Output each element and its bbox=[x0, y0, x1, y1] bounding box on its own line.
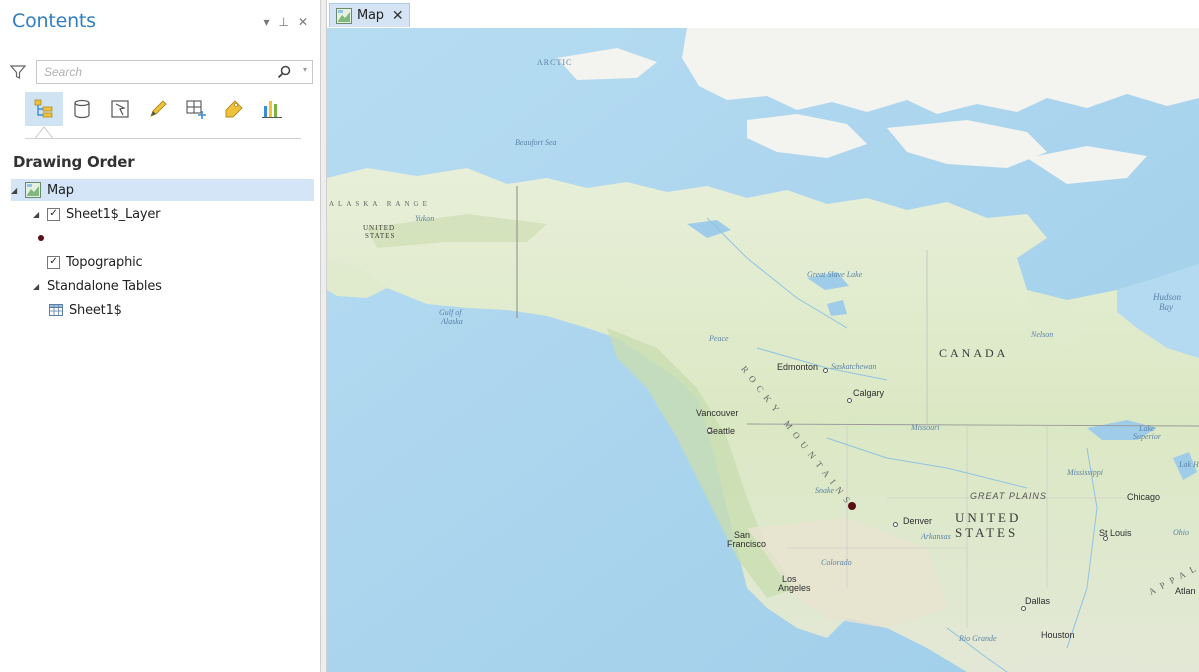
close-tab-icon[interactable]: ✕ bbox=[392, 8, 404, 24]
label-nelson: Nelson bbox=[1031, 330, 1054, 339]
label-edmonton: Edmonton bbox=[777, 362, 819, 372]
list-by-editing-icon[interactable] bbox=[139, 92, 177, 126]
label-great-slave: Great Slave Lake bbox=[807, 270, 863, 279]
search-options-chevron-icon[interactable]: ▾ bbox=[303, 65, 307, 74]
tree-item-map[interactable]: ◢ Map bbox=[11, 179, 314, 201]
label-gulf-alaska-1: Gulf of bbox=[439, 308, 462, 317]
map-canvas[interactable]: CANADA UNITED STATES UNITED STATES GREAT… bbox=[327, 28, 1199, 672]
label-gulf-alaska-2: Alaska bbox=[441, 317, 463, 326]
contents-toolbar bbox=[25, 92, 291, 126]
list-by-labeling-icon[interactable] bbox=[215, 92, 253, 126]
tree-item-table-label: Sheet1$ bbox=[69, 302, 122, 318]
filter-icon[interactable] bbox=[10, 64, 26, 80]
label-hudson-bay-1: Hudson bbox=[1153, 292, 1182, 302]
label-mississippi: Mississippi bbox=[1067, 468, 1104, 477]
label-lake-superior-2: Superior bbox=[1133, 432, 1161, 441]
label-denver: Denver bbox=[903, 516, 933, 526]
list-by-selection-icon[interactable] bbox=[101, 92, 139, 126]
label-colorado: Colorado bbox=[821, 558, 852, 567]
collapse-triangle-icon[interactable]: ◢ bbox=[11, 186, 21, 195]
label-states: STATES bbox=[955, 525, 1019, 540]
list-by-drawing-order-icon[interactable] bbox=[25, 92, 63, 126]
city-marker-icon bbox=[893, 522, 898, 527]
search-input[interactable] bbox=[37, 61, 257, 83]
label-beaufort: Beaufort Sea bbox=[515, 138, 557, 147]
label-missouri: Missouri bbox=[911, 423, 940, 432]
tree-item-basemap-label: Topographic bbox=[66, 254, 143, 270]
collapse-triangle-icon[interactable]: ◢ bbox=[33, 210, 43, 219]
pane-options-dropdown[interactable]: ▾ bbox=[263, 16, 269, 28]
view-tab-strip bbox=[327, 0, 1199, 28]
collapse-triangle-icon[interactable]: ◢ bbox=[33, 282, 43, 291]
label-hudson-bay-2: Bay bbox=[1159, 302, 1173, 312]
label-vancouver: Vancouver bbox=[696, 408, 739, 418]
tree-item-layer-label: Sheet1$_Layer bbox=[66, 206, 161, 222]
basemap-visibility-checkbox[interactable]: ✓ bbox=[47, 255, 60, 269]
contents-pane: Contents ▾ ⊥ ✕ ▾ bbox=[0, 0, 320, 672]
label-arctic: ARCTIC bbox=[537, 58, 573, 67]
label-states-alaska: STATES bbox=[365, 232, 396, 240]
label-united-alaska: UNITED bbox=[363, 224, 396, 232]
city-marker-icon bbox=[823, 368, 828, 373]
close-pane-icon[interactable]: ✕ bbox=[298, 16, 308, 28]
label-yukon: Yukon bbox=[415, 214, 435, 223]
label-san-francisco-2: Francisco bbox=[727, 539, 767, 549]
label-houston: Houston bbox=[1041, 630, 1075, 640]
city-marker-icon bbox=[1103, 536, 1108, 541]
pane-title: Contents bbox=[12, 10, 96, 32]
label-united: UNITED bbox=[955, 510, 1022, 525]
tree-item-layer[interactable]: ◢ ✓ Sheet1$_Layer bbox=[33, 203, 160, 225]
label-canada: CANADA bbox=[939, 346, 1009, 360]
tree-item-table[interactable]: Sheet1$ bbox=[49, 299, 122, 321]
label-atlanta: Atlan bbox=[1175, 586, 1196, 596]
pane-splitter[interactable] bbox=[320, 0, 327, 672]
label-peace: Peace bbox=[709, 334, 729, 343]
layer-visibility-checkbox[interactable]: ✓ bbox=[47, 207, 60, 221]
label-dallas: Dallas bbox=[1025, 596, 1051, 606]
label-arkansas: Arkansas bbox=[921, 532, 951, 541]
drawing-order-heading: Drawing Order bbox=[13, 153, 135, 171]
label-calgary: Calgary bbox=[853, 388, 885, 398]
label-great-plains: GREAT PLAINS bbox=[970, 491, 1047, 501]
tree-item-basemap[interactable]: ✓ Topographic bbox=[47, 251, 143, 273]
city-marker-icon bbox=[707, 428, 712, 433]
city-marker-icon bbox=[847, 398, 852, 403]
basemap-graphic bbox=[327, 28, 1199, 672]
search-box: ▾ bbox=[36, 60, 313, 84]
pane-controls: ▾ ⊥ ✕ bbox=[263, 16, 308, 28]
tab-map[interactable]: Map ✕ bbox=[329, 3, 411, 27]
pin-icon[interactable]: ⊥ bbox=[278, 16, 288, 28]
label-alaska-range: ALASKA RANGE bbox=[329, 200, 431, 208]
tab-map-label: Map bbox=[357, 8, 384, 23]
label-rio-grande: Rio Grande bbox=[959, 634, 997, 643]
label-saskatchewan: Saskatchewan bbox=[831, 362, 877, 371]
city-marker-icon bbox=[1021, 606, 1026, 611]
tree-item-map-label: Map bbox=[47, 182, 74, 198]
list-by-snapping-icon[interactable] bbox=[177, 92, 215, 126]
label-los-angeles-2: Angeles bbox=[778, 583, 811, 593]
layer-symbol-icon[interactable] bbox=[38, 235, 44, 241]
label-snake: Snake bbox=[815, 486, 835, 495]
table-icon bbox=[49, 304, 63, 316]
search-icon[interactable] bbox=[276, 64, 292, 80]
label-chicago: Chicago bbox=[1127, 492, 1161, 502]
tree-item-standalone-tables[interactable]: ◢ Standalone Tables bbox=[33, 275, 162, 297]
list-by-data-source-icon[interactable] bbox=[63, 92, 101, 126]
list-by-charts-icon[interactable] bbox=[253, 92, 291, 126]
map-icon bbox=[336, 7, 352, 24]
map-icon bbox=[25, 182, 41, 198]
label-lake-huron: Lak Hur bbox=[1179, 460, 1199, 469]
tree-item-standalone-label: Standalone Tables bbox=[47, 278, 162, 294]
toolbar-divider bbox=[25, 138, 301, 139]
label-ohio: Ohio bbox=[1173, 528, 1189, 537]
